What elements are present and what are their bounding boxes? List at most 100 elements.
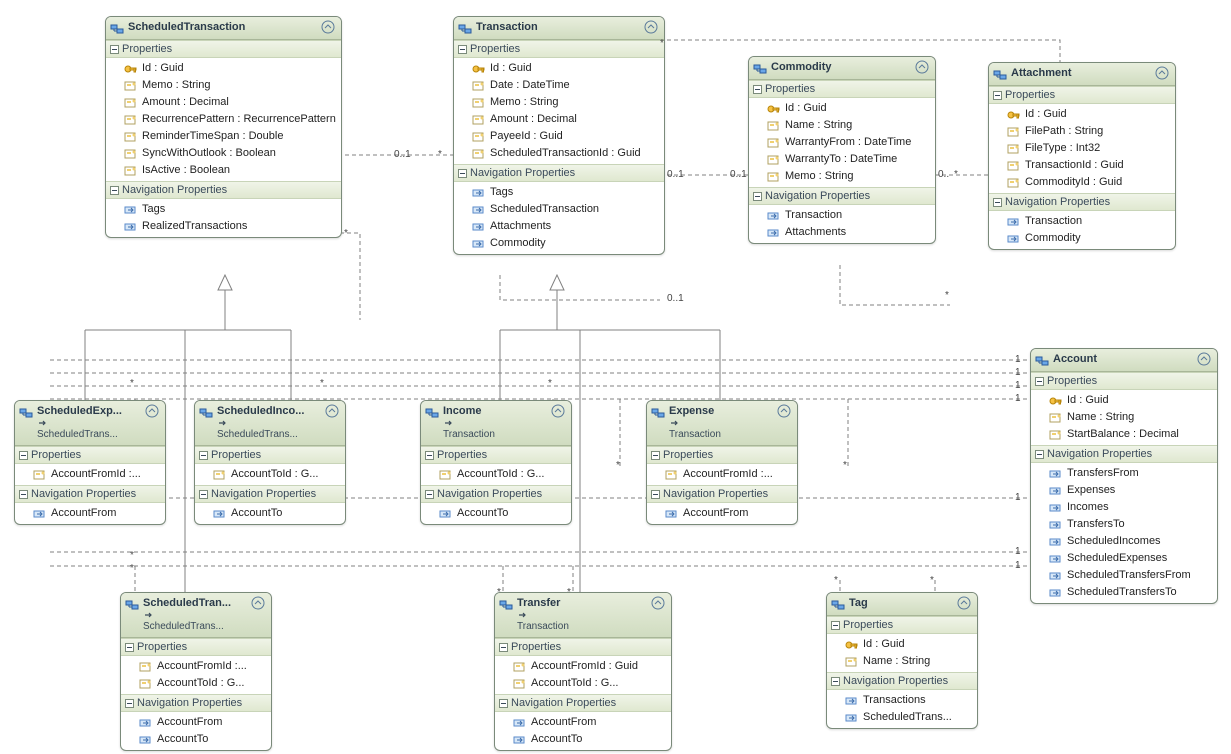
entity-header[interactable]: Expense Transaction — [647, 401, 797, 446]
collapse-icon[interactable] — [145, 404, 159, 418]
entity-header[interactable]: Commodity — [749, 57, 935, 80]
property-row[interactable]: FilePath : String — [989, 123, 1175, 140]
property-row[interactable]: Memo : String — [454, 94, 664, 111]
entity-header[interactable]: Attachment — [989, 63, 1175, 86]
entity-account[interactable]: AccountPropertiesId : GuidName : StringS… — [1030, 348, 1218, 604]
expand-icon[interactable] — [831, 621, 840, 630]
section-properties[interactable]: Properties — [421, 446, 571, 464]
section-navigation[interactable]: Navigation Properties — [989, 193, 1175, 211]
entity-header[interactable]: Account — [1031, 349, 1217, 372]
nav-row[interactable]: Transaction — [749, 207, 935, 224]
entity-header[interactable]: ScheduledExp... ScheduledTrans... — [15, 401, 165, 446]
property-row[interactable]: AccountToId : G... — [495, 675, 671, 692]
property-row[interactable]: AccountToId : G... — [421, 466, 571, 483]
property-row[interactable]: AccountToId : G... — [195, 466, 345, 483]
nav-row[interactable]: AccountFrom — [647, 505, 797, 522]
entity-header[interactable]: ScheduledTransaction — [106, 17, 341, 40]
nav-row[interactable]: RealizedTransactions — [106, 218, 341, 235]
collapse-icon[interactable] — [651, 596, 665, 610]
property-row[interactable]: Date : DateTime — [454, 77, 664, 94]
section-navigation[interactable]: Navigation Properties — [421, 485, 571, 503]
entity-commodity[interactable]: CommodityProperties Id : GuidName : Strin… — [748, 56, 936, 244]
collapse-icon[interactable] — [1197, 352, 1211, 366]
section-navigation[interactable]: Navigation Properties — [195, 485, 345, 503]
section-properties[interactable]: Properties — [121, 638, 271, 656]
section-properties[interactable]: Properties — [195, 446, 345, 464]
collapse-icon[interactable] — [251, 596, 265, 610]
property-row[interactable]: Memo : String — [106, 77, 341, 94]
property-row[interactable]: ScheduledTransactionId : Guid — [454, 145, 664, 162]
nav-row[interactable]: Incomes — [1031, 499, 1217, 516]
nav-row[interactable]: Commodity — [989, 230, 1175, 247]
entity-header[interactable]: ScheduledTran... ScheduledTrans... — [121, 593, 271, 638]
property-row[interactable]: AccountFromId :... — [647, 466, 797, 483]
nav-row[interactable]: Transactions — [827, 692, 977, 709]
entity-income[interactable]: Income TransactionProperties AccountToId … — [420, 400, 572, 525]
section-properties[interactable]: Properties — [989, 86, 1175, 104]
property-row[interactable]: FileType : Int32 — [989, 140, 1175, 157]
entity-header[interactable]: Tag — [827, 593, 977, 616]
expand-icon[interactable] — [1035, 450, 1044, 459]
expand-icon[interactable] — [19, 451, 28, 460]
nav-row[interactable]: Attachments — [454, 218, 664, 235]
section-navigation[interactable]: Navigation Properties — [495, 694, 671, 712]
nav-row[interactable]: TransfersTo — [1031, 516, 1217, 533]
nav-row[interactable]: Transaction — [989, 213, 1175, 230]
property-row[interactable]: PayeeId : Guid — [454, 128, 664, 145]
section-navigation[interactable]: Navigation Properties — [1031, 445, 1217, 463]
expand-icon[interactable] — [125, 699, 134, 708]
nav-row[interactable]: TransfersFrom — [1031, 465, 1217, 482]
section-navigation[interactable]: Navigation Properties — [15, 485, 165, 503]
property-row[interactable]: AccountFromId : Guid — [495, 658, 671, 675]
entity-header[interactable]: Income Transaction — [421, 401, 571, 446]
section-properties[interactable]: Properties — [827, 616, 977, 634]
section-properties[interactable]: Properties — [495, 638, 671, 656]
nav-row[interactable]: AccountFrom — [495, 714, 671, 731]
nav-row[interactable]: ScheduledIncomes — [1031, 533, 1217, 550]
collapse-icon[interactable] — [325, 404, 339, 418]
property-row[interactable]: AccountToId : G... — [121, 675, 271, 692]
nav-row[interactable]: AccountTo — [121, 731, 271, 748]
property-row[interactable]: TransactionId : Guid — [989, 157, 1175, 174]
entity-scheduledexpense[interactable]: ScheduledExp... ScheduledTrans...Propert… — [14, 400, 166, 525]
nav-row[interactable]: ScheduledTransfersFrom — [1031, 567, 1217, 584]
property-row[interactable]: Id : Guid — [1031, 392, 1217, 409]
nav-row[interactable]: Commodity — [454, 235, 664, 252]
nav-row[interactable]: AccountTo — [421, 505, 571, 522]
expand-icon[interactable] — [651, 490, 660, 499]
section-navigation[interactable]: Navigation Properties — [106, 181, 341, 199]
collapse-icon[interactable] — [957, 596, 971, 610]
property-row[interactable]: Amount : Decimal — [106, 94, 341, 111]
entity-expense[interactable]: Expense TransactionProperties AccountFrom… — [646, 400, 798, 525]
collapse-icon[interactable] — [644, 20, 658, 34]
property-row[interactable]: CommodityId : Guid — [989, 174, 1175, 191]
nav-row[interactable]: ScheduledTransaction — [454, 201, 664, 218]
entity-tag[interactable]: TagPropertiesId : GuidName : StringNavig… — [826, 592, 978, 729]
expand-icon[interactable] — [831, 677, 840, 686]
nav-row[interactable]: Attachments — [749, 224, 935, 241]
expand-icon[interactable] — [199, 490, 208, 499]
nav-row[interactable]: Tags — [454, 184, 664, 201]
section-properties[interactable]: Properties — [454, 40, 664, 58]
section-properties[interactable]: Properties — [749, 80, 935, 98]
expand-icon[interactable] — [199, 451, 208, 460]
expand-icon[interactable] — [993, 91, 1002, 100]
property-row[interactable]: AccountFromId :... — [15, 466, 165, 483]
section-navigation[interactable]: Navigation Properties — [454, 164, 664, 182]
property-row[interactable]: IsActive : Boolean — [106, 162, 341, 179]
property-row[interactable]: StartBalance : Decimal — [1031, 426, 1217, 443]
expand-icon[interactable] — [499, 699, 508, 708]
property-row[interactable]: Id : Guid — [106, 60, 341, 77]
property-row[interactable]: Id : Guid — [749, 100, 935, 117]
entity-transaction[interactable]: TransactionPropertiesId : GuidDate : Dat… — [453, 16, 665, 255]
property-row[interactable]: Name : String — [749, 117, 935, 134]
expand-icon[interactable] — [19, 490, 28, 499]
entity-header[interactable]: Transfer Transaction — [495, 593, 671, 638]
nav-row[interactable]: ScheduledTrans... — [827, 709, 977, 726]
section-properties[interactable]: Properties — [647, 446, 797, 464]
property-row[interactable]: Name : String — [1031, 409, 1217, 426]
nav-row[interactable]: AccountTo — [195, 505, 345, 522]
nav-row[interactable]: ScheduledExpenses — [1031, 550, 1217, 567]
expand-icon[interactable] — [425, 451, 434, 460]
expand-icon[interactable] — [458, 45, 467, 54]
